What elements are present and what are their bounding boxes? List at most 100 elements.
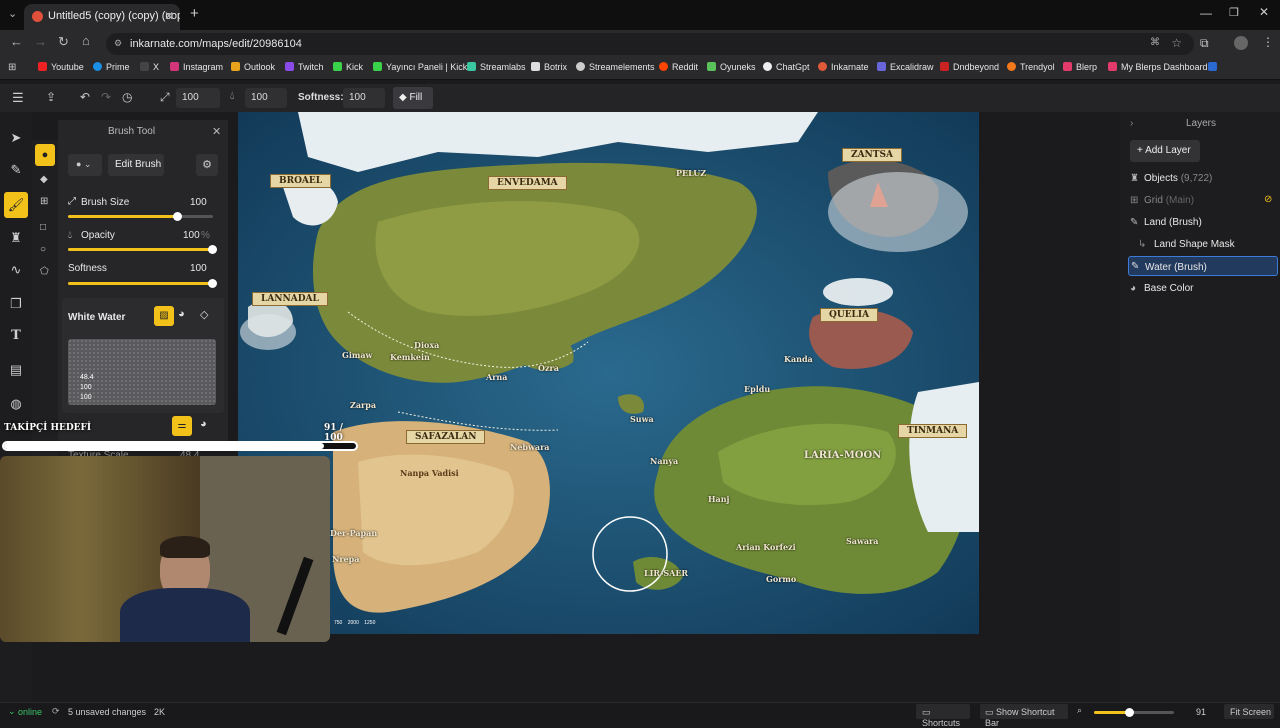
layer-land-shape-mask[interactable]: ↳ Land Shape Mask: [1128, 234, 1278, 254]
bookmark-instagram[interactable]: Instagram: [170, 62, 223, 72]
bookmark-botrix[interactable]: Botrix: [531, 62, 567, 72]
history-icon[interactable]: ◷: [122, 90, 132, 104]
edit-brush-button[interactable]: Edit Brush: [108, 154, 164, 176]
toolbar-softness-input[interactable]: 100: [343, 88, 385, 108]
softness-value[interactable]: 100: [190, 263, 207, 274]
layer-water-brush[interactable]: ✎ Water (Brush): [1128, 256, 1278, 276]
unsaved-changes[interactable]: 5 unsaved changes: [68, 707, 146, 717]
bookmark-blerps-dashboard[interactable]: My Blerps Dashboard: [1108, 62, 1208, 72]
bookmark-prime[interactable]: Prime: [93, 62, 130, 72]
browser-tab[interactable]: Untitled5 (copy) (copy) (copy) | ✕: [24, 4, 180, 30]
stamp-brush-icon[interactable]: ◆: [40, 174, 48, 185]
reload-icon[interactable]: ↻: [58, 34, 69, 50]
softness-slider[interactable]: [68, 279, 217, 288]
map-banner-lannadal: LANNADAL: [252, 292, 328, 306]
collapse-layers-icon[interactable]: ›: [1130, 118, 1133, 129]
bookmark-streamelements[interactable]: Streamelements: [576, 62, 655, 72]
undo-icon[interactable]: ↶: [80, 90, 90, 104]
bookmark-kick[interactable]: Kick: [333, 62, 363, 72]
round-brush-icon[interactable]: ●: [35, 144, 55, 166]
extensions-icon[interactable]: ⧉: [1200, 36, 1209, 51]
bookmark-chatgpt[interactable]: ChatGpt: [763, 62, 810, 72]
bookmark-twitch[interactable]: Twitch: [285, 62, 324, 72]
resolution-badge[interactable]: 2K: [154, 707, 165, 717]
opacity-slider[interactable]: [68, 245, 217, 254]
object-stamp-icon[interactable]: ✎: [8, 162, 24, 178]
bookmark-reddit[interactable]: Reddit: [659, 62, 698, 72]
path-tool-icon[interactable]: ∿: [8, 262, 24, 278]
tab-list-chevron-icon[interactable]: ⌄: [8, 7, 17, 20]
bookmark-blerp[interactable]: Blerp: [1063, 62, 1097, 72]
sync-icon[interactable]: ⟳: [52, 706, 60, 717]
browser-menu-icon[interactable]: ⋮: [1262, 35, 1274, 49]
restore-icon[interactable]: ❐: [1229, 6, 1239, 19]
map-banner-quelia: QUELIA: [820, 308, 879, 322]
shortcuts-button[interactable]: ▭ Shortcuts: [916, 704, 970, 728]
polygon-icon[interactable]: ⬠: [40, 266, 49, 277]
close-panel-icon[interactable]: ✕: [212, 125, 221, 138]
toolbar-opacity-input[interactable]: 100: [245, 88, 287, 108]
select-arrow-icon[interactable]: ➤: [8, 130, 24, 146]
toolbar-size-input[interactable]: 100: [176, 88, 220, 108]
texture-preview[interactable]: 48.4 100 100: [68, 339, 216, 405]
zoom-slider[interactable]: [1094, 708, 1174, 717]
globe-icon[interactable]: ◍: [8, 396, 24, 412]
bookmark-star-icon[interactable]: ☆: [1171, 36, 1182, 50]
hidden-eye-icon[interactable]: ⊘: [1264, 194, 1272, 205]
minimize-icon[interactable]: —: [1200, 6, 1212, 20]
bookmark-inkarnate[interactable]: Inkarnate: [818, 62, 869, 72]
bookmark-trendyol[interactable]: Trendyol: [1007, 62, 1055, 72]
brush-shape-dropdown[interactable]: ● ⌄: [68, 154, 102, 176]
url-text: inkarnate.com/maps/edit/20986104: [130, 38, 302, 50]
brush-size-value[interactable]: 100: [190, 197, 207, 208]
castle-icon[interactable]: ♜: [8, 230, 24, 246]
bookmark-dndbeyond[interactable]: Dndbeyond: [940, 62, 999, 72]
bookmark-kick-panel[interactable]: Yayıncı Paneli | Kick: [373, 62, 467, 72]
home-icon[interactable]: ⌂: [82, 33, 90, 48]
map-canvas[interactable]: ENVEDAMA ZANTSA BROAEL LANNADAL QUELIA S…: [238, 112, 979, 634]
brush-settings-icon[interactable]: ⚙: [196, 154, 218, 176]
translate-icon[interactable]: ⌘: [1150, 37, 1160, 48]
layer-objects[interactable]: ♜ Objects (9,722): [1128, 168, 1278, 188]
opacity-value[interactable]: 100: [183, 230, 200, 241]
eraser-icon[interactable]: ◇: [200, 308, 208, 321]
brush-size-slider[interactable]: [68, 212, 213, 221]
texture-pattern-icon[interactable]: ▨: [154, 306, 174, 326]
bookmark-x[interactable]: X: [140, 62, 159, 72]
redo-icon[interactable]: ↷: [101, 90, 111, 104]
bookmark-ps[interactable]: [1208, 62, 1221, 72]
circle-icon[interactable]: ○: [40, 244, 46, 255]
grid-brush-icon[interactable]: ⊞: [40, 196, 48, 207]
fit-screen-button[interactable]: Fit Screen: [1224, 704, 1274, 719]
site-info-icon[interactable]: ⚙: [114, 38, 122, 49]
apps-grid-icon[interactable]: ⊞: [8, 62, 16, 73]
map-label-suwa: Suwa: [630, 414, 654, 424]
palette-icon[interactable]: ◕: [178, 308, 185, 320]
zoom-value[interactable]: 91: [1196, 707, 1206, 717]
add-layer-button[interactable]: + Add Layer: [1130, 140, 1200, 162]
notes-icon[interactable]: ▤: [8, 362, 24, 378]
brush-tool-icon[interactable]: 🖌︎: [4, 192, 28, 218]
layer-base-color[interactable]: ◕ Base Color: [1128, 278, 1278, 298]
square-icon[interactable]: □: [40, 222, 46, 233]
close-window-icon[interactable]: ✕: [1259, 5, 1269, 19]
new-tab-icon[interactable]: +: [190, 5, 199, 22]
bookmark-streamlabs[interactable]: Streamlabs: [467, 62, 526, 72]
forward-icon[interactable]: →: [34, 34, 47, 49]
text-tool-icon[interactable]: T: [8, 328, 24, 344]
bookmark-youtube[interactable]: Youtube: [38, 62, 84, 72]
layer-grid[interactable]: ⊞ Grid (Main) ⊘: [1128, 190, 1278, 210]
shapes-icon[interactable]: ❐: [8, 296, 24, 312]
bookmark-excalidraw[interactable]: Excalidraw: [877, 62, 934, 72]
show-shortcut-bar-button[interactable]: ▭ Show Shortcut Bar: [980, 704, 1068, 728]
layer-land-brush[interactable]: ✎ Land (Brush): [1128, 212, 1278, 232]
back-icon[interactable]: ←: [10, 34, 23, 49]
profile-avatar[interactable]: [1234, 36, 1248, 50]
export-icon[interactable]: ⇪: [46, 90, 56, 104]
bookmark-outlook[interactable]: Outlook: [231, 62, 275, 72]
url-input[interactable]: ⚙ inkarnate.com/maps/edit/20986104 ⌘ ☆: [106, 33, 1194, 55]
close-tab-icon[interactable]: ✕: [164, 9, 174, 23]
main-menu-icon[interactable]: ☰: [12, 90, 24, 106]
fill-button[interactable]: ◆ Fill: [393, 87, 433, 109]
bookmark-oyuneks[interactable]: Oyuneks: [707, 62, 756, 72]
